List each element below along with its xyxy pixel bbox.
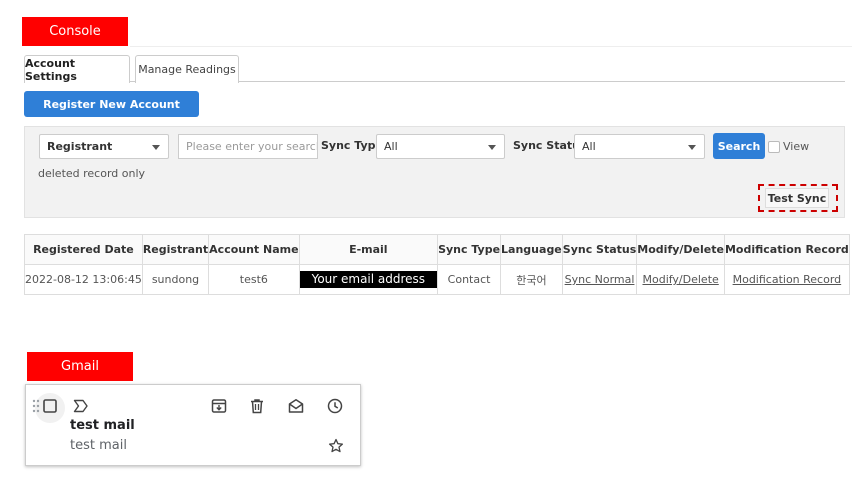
test-sync-button[interactable]: Test Sync xyxy=(765,188,829,208)
view-deleted-checkbox[interactable] xyxy=(768,141,780,153)
search-type-select[interactable]: Registrant xyxy=(39,134,169,159)
language-cell: 한국어 xyxy=(500,264,563,295)
archive-icon[interactable] xyxy=(210,397,228,415)
gmail-sender: test mail xyxy=(70,418,135,433)
chevron-down-icon xyxy=(488,144,496,150)
drag-handle-icon[interactable] xyxy=(31,398,41,414)
sync-status-select[interactable]: All xyxy=(574,134,705,159)
records-table: Registered Date Registrant Account Name … xyxy=(24,234,850,295)
sync-status-value: All xyxy=(582,140,596,153)
important-marker-icon[interactable] xyxy=(72,398,90,414)
chevron-down-icon xyxy=(152,144,160,150)
sync-type-label: Sync Type xyxy=(321,139,383,152)
search-button[interactable]: Search xyxy=(713,133,765,159)
search-input[interactable] xyxy=(178,134,318,159)
modification-record-cell: Modification Record xyxy=(723,264,850,295)
table-row: 2022-08-12 13:06:45 sundong test6 Your e… xyxy=(24,264,850,295)
register-new-account-button[interactable]: Register New Account xyxy=(24,91,199,117)
column-header: Sync Status xyxy=(561,234,638,265)
mark-unread-icon[interactable] xyxy=(287,397,305,415)
email-redaction: Your email address xyxy=(299,271,438,288)
snooze-icon[interactable] xyxy=(326,397,344,415)
tab-bar: Account Settings Manage Readings xyxy=(24,55,845,83)
column-header: E-mail xyxy=(298,234,439,265)
column-header: Registrant xyxy=(141,234,210,265)
modify-delete-link[interactable]: Modify/Delete xyxy=(642,273,718,286)
console-label: Console xyxy=(22,17,128,46)
column-header: Modify/Delete xyxy=(636,234,725,265)
modification-record-link[interactable]: Modification Record xyxy=(733,273,842,286)
search-type-value: Registrant xyxy=(47,140,113,153)
tab-account-settings[interactable]: Account Settings xyxy=(24,55,130,83)
column-header: Account Name xyxy=(208,234,300,265)
checkbox-icon[interactable] xyxy=(42,398,58,414)
registrant-cell: sundong xyxy=(141,264,210,295)
filter-panel: Registrant Sync Type All Sync Status All… xyxy=(24,126,845,218)
view-label: View xyxy=(783,140,810,153)
modify-delete-cell: Modify/Delete xyxy=(636,264,725,295)
gmail-label: Gmail xyxy=(27,352,133,381)
column-header: Sync Type xyxy=(437,234,502,265)
deleted-record-label: deleted record only xyxy=(38,167,146,180)
registered-date-cell: 2022-08-12 13:06:45 xyxy=(24,264,143,295)
sync-status-link[interactable]: Sync Normal xyxy=(565,273,635,286)
sync-type-select[interactable]: All xyxy=(376,134,505,159)
delete-icon[interactable] xyxy=(248,397,266,415)
top-divider xyxy=(130,46,852,47)
email-cell: Your email address xyxy=(298,264,439,295)
tab-manage-readings[interactable]: Manage Readings xyxy=(135,55,239,83)
star-icon[interactable] xyxy=(327,437,345,455)
gmail-message-row[interactable]: test mail test mail xyxy=(25,384,361,466)
chevron-down-icon xyxy=(688,144,696,150)
column-header: Modification Record xyxy=(723,234,850,265)
sync-type-cell: Contact xyxy=(437,264,502,295)
sync-status-cell: Sync Normal xyxy=(561,264,638,295)
account-name-cell: test6 xyxy=(208,264,300,295)
gmail-subject: test mail xyxy=(70,438,127,453)
sync-type-value: All xyxy=(384,140,398,153)
table-header-row: Registered Date Registrant Account Name … xyxy=(24,234,850,265)
column-header: Registered Date xyxy=(24,234,143,265)
column-header: Language xyxy=(500,234,563,265)
